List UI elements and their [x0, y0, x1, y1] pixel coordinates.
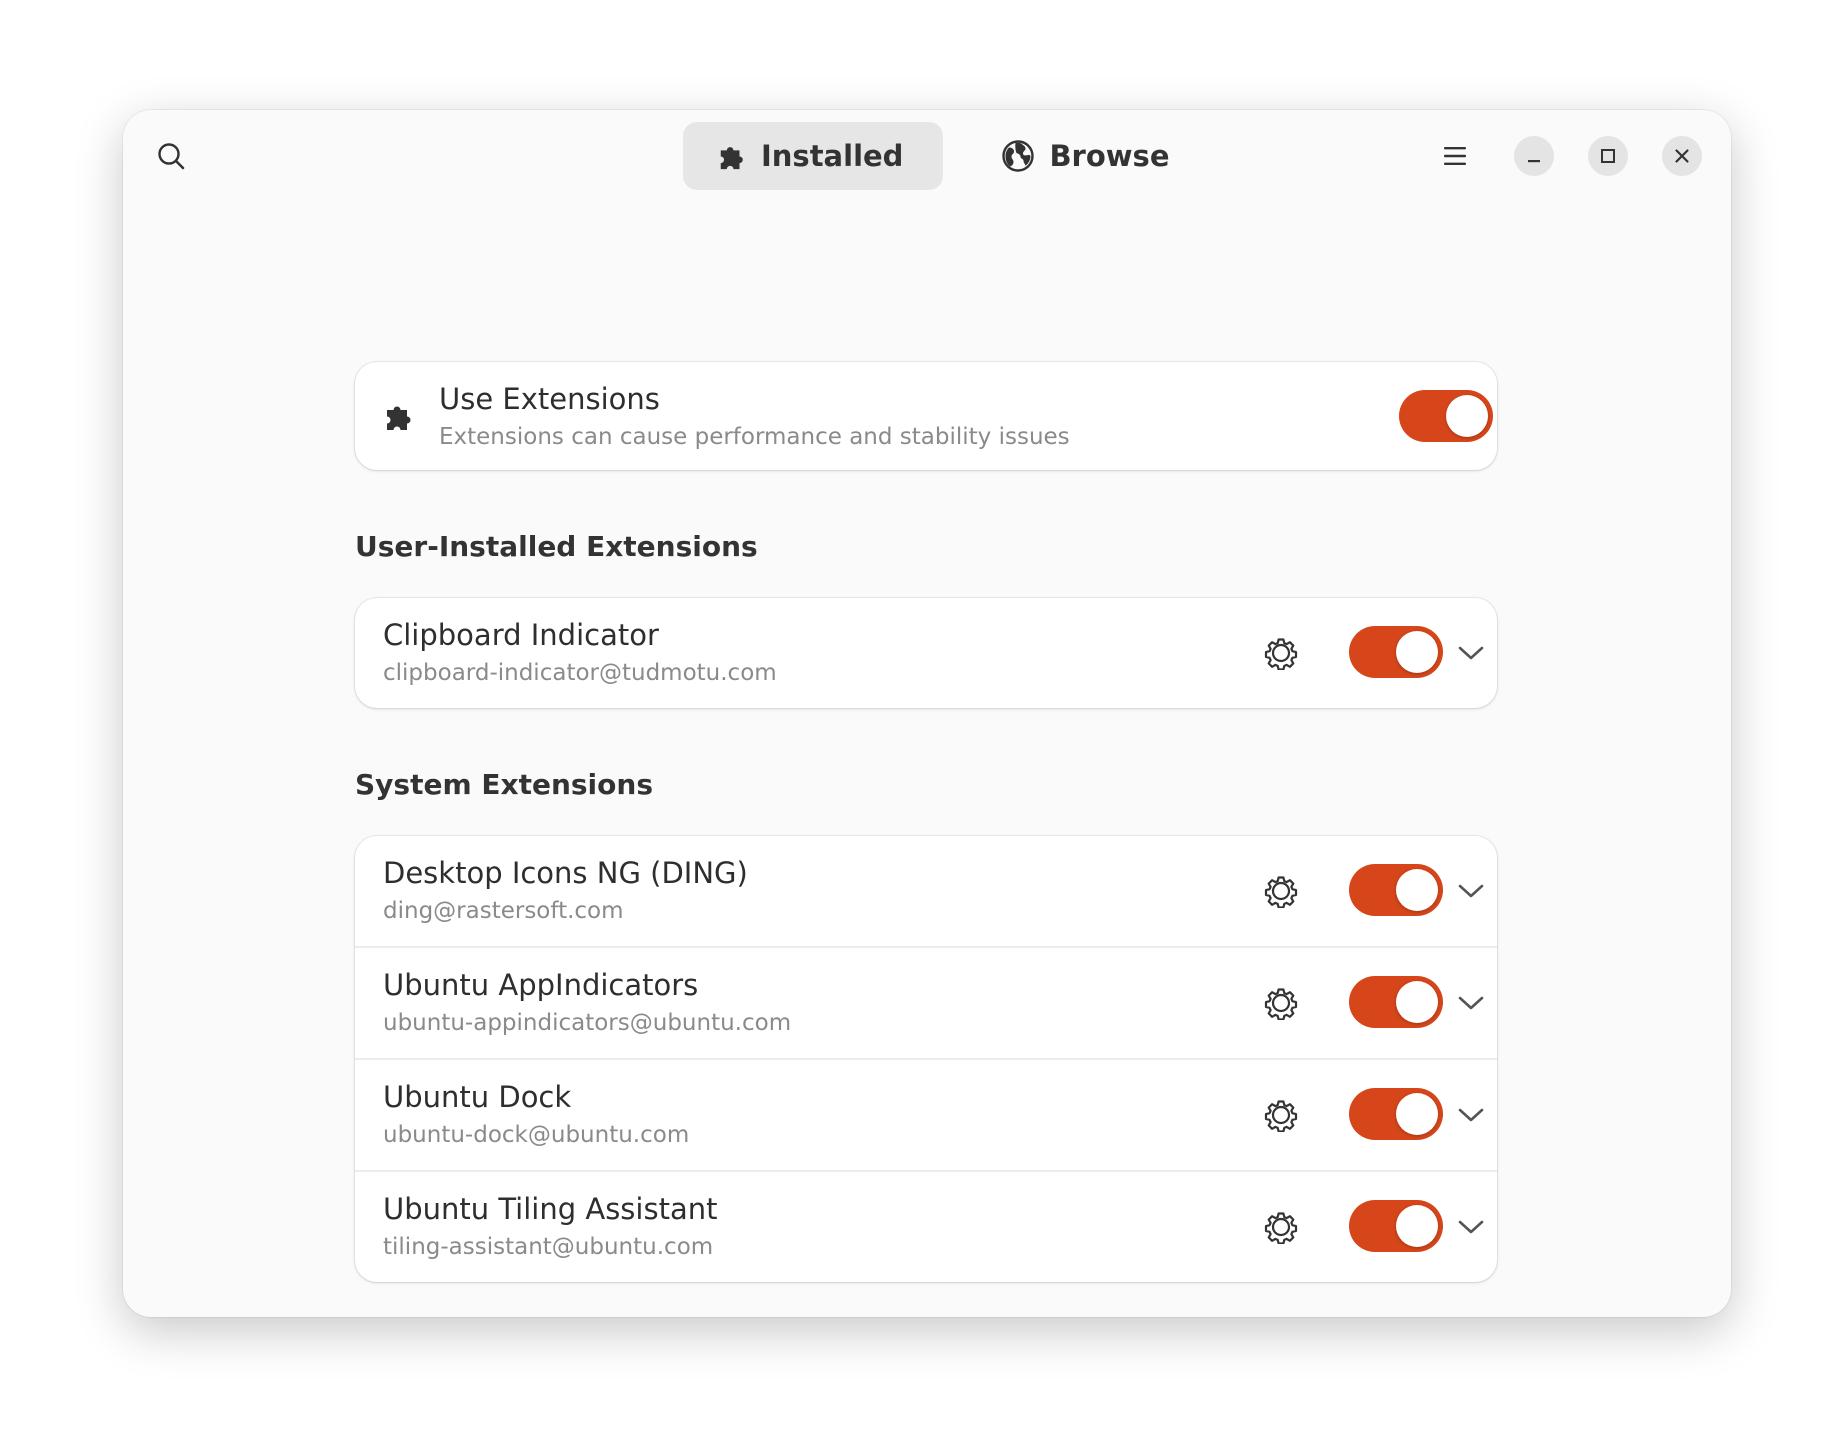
chevron-down-icon — [1457, 1218, 1485, 1236]
user-extensions-list: Clipboard Indicator clipboard-indicator@… — [355, 598, 1497, 708]
extension-manager-window: Installed Browse Use Extensions Extensio… — [123, 110, 1731, 1317]
expand-button[interactable] — [1453, 873, 1489, 909]
extension-toggle[interactable] — [1349, 976, 1443, 1028]
gear-icon — [1264, 1098, 1298, 1132]
tab-browse-label: Browse — [1049, 139, 1170, 173]
use-extensions-subtitle: Extensions can cause performance and sta… — [439, 424, 1070, 450]
toggle-knob — [1396, 1205, 1438, 1247]
use-extensions-title: Use Extensions — [439, 382, 660, 416]
system-extensions-list: Desktop Icons NG (DING) ding@rastersoft.… — [355, 836, 1497, 1282]
extension-toggle[interactable] — [1349, 864, 1443, 916]
toggle-knob — [1396, 869, 1438, 911]
extension-text: Clipboard Indicator clipboard-indicator@… — [383, 616, 777, 690]
extension-name: Ubuntu Tiling Assistant — [383, 1192, 718, 1226]
extension-row[interactable]: Ubuntu AppIndicators ubuntu-appindicator… — [355, 946, 1497, 1058]
close-button[interactable] — [1662, 136, 1702, 176]
toggle-knob — [1396, 1093, 1438, 1135]
view-switcher: Installed Browse — [683, 122, 1210, 190]
expand-button[interactable] — [1453, 985, 1489, 1021]
use-extensions-row: Use Extensions Extensions can cause perf… — [355, 362, 1497, 470]
use-extensions-card: Use Extensions Extensions can cause perf… — [355, 362, 1497, 470]
extension-toggle[interactable] — [1349, 626, 1443, 678]
extension-settings-button[interactable] — [1259, 631, 1303, 675]
extension-settings-button[interactable] — [1259, 1205, 1303, 1249]
search-icon — [156, 141, 186, 171]
tab-installed-label: Installed — [761, 139, 904, 173]
extension-toggle[interactable] — [1349, 1088, 1443, 1140]
puzzle-icon — [717, 141, 747, 171]
gear-icon — [1264, 874, 1298, 908]
extension-name: Ubuntu Dock — [383, 1080, 572, 1114]
extension-text: Ubuntu Dock ubuntu-dock@ubuntu.com — [383, 1078, 689, 1152]
extension-row[interactable]: Ubuntu Dock ubuntu-dock@ubuntu.com — [355, 1058, 1497, 1170]
close-icon — [1673, 147, 1691, 165]
chevron-down-icon — [1457, 994, 1485, 1012]
extension-text: Desktop Icons NG (DING) ding@rastersoft.… — [383, 854, 748, 928]
extension-uuid: clipboard-indicator@tudmotu.com — [383, 660, 777, 686]
extension-text: Ubuntu Tiling Assistant tiling-assistant… — [383, 1190, 717, 1264]
extension-settings-button[interactable] — [1259, 981, 1303, 1025]
extension-settings-button[interactable] — [1259, 869, 1303, 913]
toggle-knob — [1396, 631, 1438, 673]
section-title-system: System Extensions — [355, 768, 653, 801]
extension-uuid: tiling-assistant@ubuntu.com — [383, 1234, 714, 1260]
chevron-down-icon — [1457, 644, 1485, 662]
chevron-down-icon — [1457, 1106, 1485, 1124]
use-extensions-text: Use Extensions Extensions can cause perf… — [439, 380, 1070, 454]
extension-name: Ubuntu AppIndicators — [383, 968, 699, 1002]
extension-toggle[interactable] — [1349, 1200, 1443, 1252]
maximize-icon — [1599, 147, 1617, 165]
puzzle-icon — [383, 400, 415, 432]
search-button[interactable] — [147, 132, 195, 180]
globe-icon — [1001, 139, 1035, 173]
extension-row[interactable]: Clipboard Indicator clipboard-indicator@… — [355, 598, 1497, 708]
extension-name: Desktop Icons NG (DING) — [383, 856, 748, 890]
gear-icon — [1264, 986, 1298, 1020]
extension-uuid: ding@rastersoft.com — [383, 898, 624, 924]
header-bar: Installed Browse — [123, 110, 1731, 202]
expand-button[interactable] — [1453, 635, 1489, 671]
minimize-button[interactable] — [1514, 136, 1554, 176]
extension-uuid: ubuntu-appindicators@ubuntu.com — [383, 1010, 792, 1036]
gear-icon — [1264, 636, 1298, 670]
extension-text: Ubuntu AppIndicators ubuntu-appindicator… — [383, 966, 791, 1040]
extension-settings-button[interactable] — [1259, 1093, 1303, 1137]
chevron-down-icon — [1457, 882, 1485, 900]
minimize-icon — [1525, 147, 1543, 165]
use-extensions-toggle[interactable] — [1399, 390, 1493, 442]
main-menu-button[interactable] — [1431, 132, 1479, 180]
toggle-knob — [1396, 981, 1438, 1023]
extension-uuid: ubuntu-dock@ubuntu.com — [383, 1122, 690, 1148]
toggle-knob — [1446, 395, 1488, 437]
tab-browse[interactable]: Browse — [967, 122, 1209, 190]
tab-installed[interactable]: Installed — [683, 122, 944, 190]
maximize-button[interactable] — [1588, 136, 1628, 176]
extension-row[interactable]: Desktop Icons NG (DING) ding@rastersoft.… — [355, 836, 1497, 946]
expand-button[interactable] — [1453, 1209, 1489, 1245]
hamburger-icon — [1442, 144, 1468, 168]
extension-name: Clipboard Indicator — [383, 618, 659, 652]
expand-button[interactable] — [1453, 1097, 1489, 1133]
gear-icon — [1264, 1210, 1298, 1244]
section-title-user-installed: User-Installed Extensions — [355, 530, 758, 563]
extension-row[interactable]: Ubuntu Tiling Assistant tiling-assistant… — [355, 1170, 1497, 1282]
